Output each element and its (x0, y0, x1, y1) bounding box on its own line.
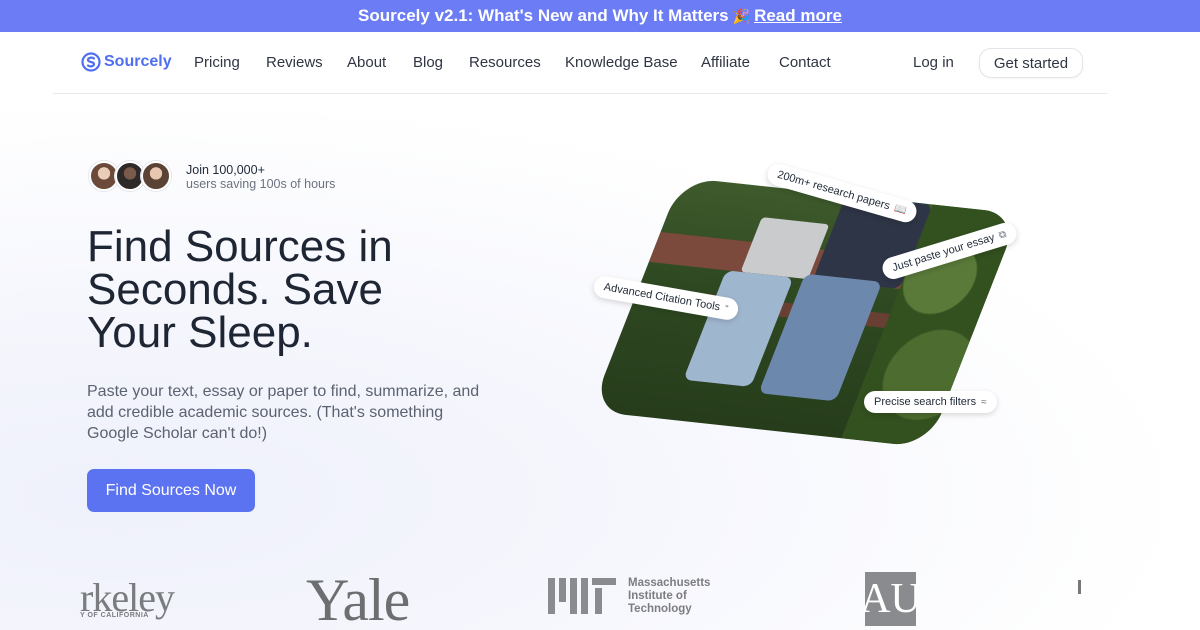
berkeley-logo-subtitle: Y OF CALIFORNIA (80, 612, 149, 619)
nav-link-pricing[interactable]: Pricing (194, 54, 240, 71)
book-icon: 📖 (892, 202, 908, 217)
chip-label: Precise search filters (874, 396, 977, 408)
sourcely-logo[interactable]: Sourcely (81, 52, 172, 72)
sourcely-logo-icon (81, 52, 101, 72)
announcement-banner: Sourcely v2.1: What's New and Why It Mat… (0, 0, 1200, 32)
nav-link-reviews[interactable]: Reviews (266, 54, 323, 71)
yale-logo: Yale (306, 567, 410, 630)
nav-link-knowledge-base[interactable]: Knowledge Base (565, 54, 678, 71)
nav-link-about[interactable]: About (347, 54, 386, 71)
hero-headline: Find Sources in Seconds. Save Your Sleep… (87, 222, 393, 357)
logo-text: Sourcely (104, 53, 172, 70)
social-proof-count: Join 100,000+ (186, 163, 265, 177)
social-proof-caption: users saving 100s of hours (186, 177, 336, 191)
nav-link-blog[interactable]: Blog (413, 54, 443, 71)
social-proof: Join 100,000+ users saving 100s of hours (186, 163, 335, 191)
nav-link-contact[interactable]: Contact (779, 54, 831, 71)
nav-link-affiliate[interactable]: Affiliate (701, 54, 750, 71)
filter-icon: ≈ (981, 396, 987, 408)
nav-link-resources[interactable]: Resources (469, 54, 541, 71)
copy-icon: ⧉ (997, 228, 1008, 242)
quote-icon: “ (723, 302, 730, 315)
partial-logo (1078, 580, 1081, 594)
avatar (141, 161, 171, 191)
login-link[interactable]: Log in (913, 54, 954, 71)
party-popper-icon: 🎉 (732, 7, 751, 24)
announcement-text: Sourcely v2.1: What's New and Why It Mat… (358, 6, 729, 25)
university-logos: rkeley Y OF CALIFORNIA Yale Massachusett… (0, 560, 1200, 630)
user-avatars (89, 161, 171, 191)
mit-logo-text: Massachusetts Institute of Technology (628, 577, 711, 615)
au-logo: AU (860, 572, 921, 626)
mit-logo-icon (548, 578, 616, 614)
feature-chip-filters: Precise search filters ≈ (864, 391, 997, 413)
get-started-button[interactable]: Get started (979, 48, 1083, 78)
top-navigation: Sourcely Pricing Reviews About Blog Reso… (53, 32, 1108, 94)
hero-section: Join 100,000+ users saving 100s of hours… (0, 95, 1200, 630)
hero-subtext: Paste your text, essay or paper to find,… (87, 383, 480, 442)
read-more-link[interactable]: Read more (754, 6, 842, 26)
find-sources-button[interactable]: Find Sources Now (87, 469, 255, 512)
